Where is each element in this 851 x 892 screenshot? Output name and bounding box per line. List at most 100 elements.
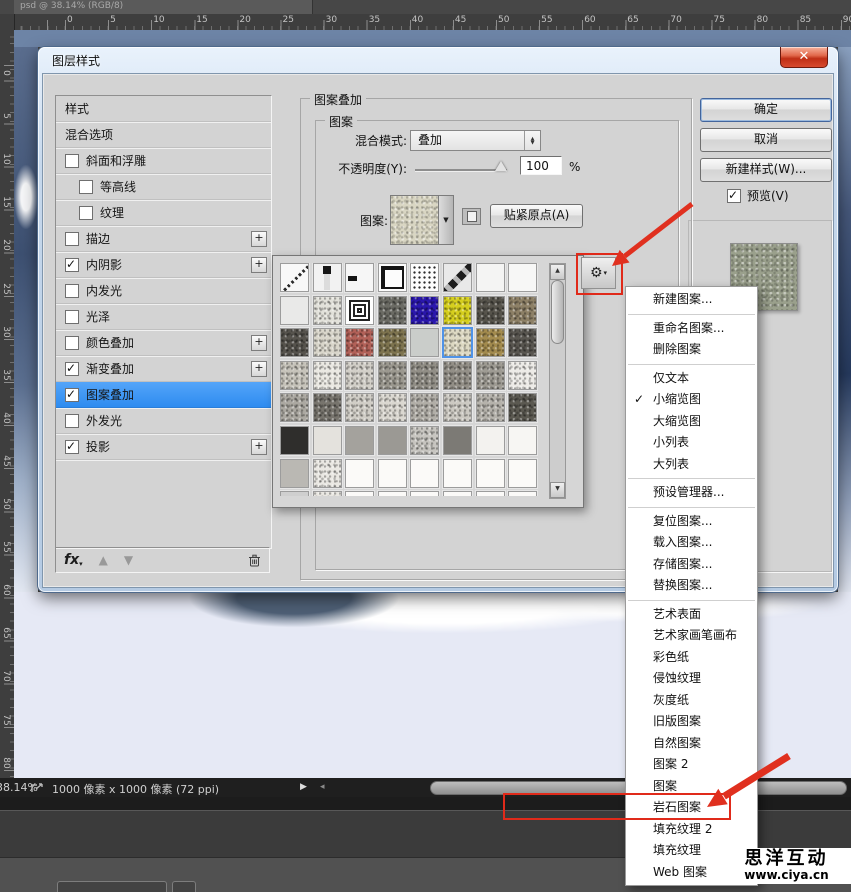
- pattern-swatch[interactable]: [378, 491, 407, 496]
- pattern-swatch[interactable]: [410, 361, 439, 390]
- menu-item-灰度纸[interactable]: 灰度纸: [626, 690, 757, 712]
- style-checkbox[interactable]: [65, 232, 79, 246]
- pattern-swatch[interactable]: [476, 426, 505, 455]
- new-pattern-from-current-icon[interactable]: [462, 208, 481, 225]
- pattern-swatch[interactable]: [313, 426, 342, 455]
- pattern-swatch[interactable]: [476, 328, 505, 357]
- pattern-swatch[interactable]: [313, 491, 342, 496]
- style-checkbox[interactable]: [65, 362, 79, 376]
- opacity-input[interactable]: 100: [520, 156, 562, 175]
- pattern-swatch[interactable]: [313, 328, 342, 357]
- style-list-item-图案叠加[interactable]: 图案叠加: [56, 382, 271, 408]
- style-list-item-光泽[interactable]: 光泽: [56, 304, 271, 330]
- pattern-swatch[interactable]: [508, 459, 537, 488]
- pattern-swatch-selected[interactable]: [442, 327, 473, 358]
- pattern-swatch[interactable]: [313, 393, 342, 422]
- style-list-item-样式[interactable]: 样式: [56, 96, 271, 122]
- expand-plus-icon[interactable]: +: [251, 257, 267, 273]
- style-checkbox[interactable]: [65, 284, 79, 298]
- pattern-swatch[interactable]: [410, 328, 439, 357]
- timeline-small-button-partial[interactable]: [172, 881, 196, 892]
- style-list-item-外发光[interactable]: 外发光: [56, 408, 271, 434]
- pattern-swatch[interactable]: [345, 361, 374, 390]
- delete-effect-icon[interactable]: [248, 554, 261, 567]
- pattern-swatch[interactable]: [345, 426, 374, 455]
- pattern-swatch[interactable]: [476, 491, 505, 496]
- pattern-swatch[interactable]: [443, 361, 472, 390]
- style-checkbox[interactable]: [65, 154, 79, 168]
- new-style-button[interactable]: 新建样式(W)...: [700, 158, 832, 182]
- pattern-swatch[interactable]: [345, 263, 374, 292]
- pattern-swatch[interactable]: [378, 361, 407, 390]
- pattern-swatch[interactable]: [508, 361, 537, 390]
- status-collapse-icon[interactable]: ◂: [320, 782, 325, 792]
- pattern-swatch[interactable]: [280, 393, 309, 422]
- cancel-button[interactable]: 取消: [700, 128, 832, 152]
- pattern-swatch[interactable]: [313, 459, 342, 488]
- pattern-swatch[interactable]: [345, 459, 374, 488]
- menu-item-艺术表面[interactable]: 艺术表面: [626, 604, 757, 626]
- pattern-swatch[interactable]: [280, 361, 309, 390]
- pattern-swatch[interactable]: [280, 328, 309, 357]
- style-list-item-内发光[interactable]: 内发光: [56, 278, 271, 304]
- style-checkbox[interactable]: [65, 310, 79, 324]
- menu-item-小缩览图[interactable]: ✓小缩览图: [626, 389, 757, 411]
- document-tab[interactable]: psd @ 38.14% (RGB/8): [14, 0, 313, 14]
- doc-info-icon[interactable]: [31, 782, 45, 793]
- pattern-swatch[interactable]: [313, 263, 342, 292]
- pattern-swatch[interactable]: [508, 491, 537, 496]
- close-button[interactable]: ✕: [780, 47, 828, 68]
- pattern-swatch[interactable]: [313, 296, 342, 325]
- pattern-swatch[interactable]: [443, 263, 472, 292]
- pattern-scrollbar[interactable]: ▲ ▼: [549, 263, 566, 499]
- pattern-swatch[interactable]: [378, 426, 407, 455]
- pattern-swatch[interactable]: [443, 491, 472, 496]
- style-checkbox[interactable]: [65, 336, 79, 350]
- pattern-swatch[interactable]: [345, 491, 374, 496]
- pattern-swatch[interactable]: [476, 263, 505, 292]
- scroll-down-icon[interactable]: ▼: [550, 482, 565, 498]
- pattern-swatch[interactable]: [345, 296, 374, 325]
- scrollbar-thumb[interactable]: [551, 280, 564, 344]
- pattern-swatch[interactable]: [508, 393, 537, 422]
- expand-plus-icon[interactable]: +: [251, 335, 267, 351]
- pattern-swatch[interactable]: [378, 263, 407, 292]
- pattern-swatch[interactable]: [443, 459, 472, 488]
- pattern-swatch[interactable]: [443, 296, 472, 325]
- blend-mode-select[interactable]: 叠加 ▲▼: [410, 130, 541, 151]
- pattern-swatch[interactable]: [410, 426, 439, 455]
- pattern-swatch[interactable]: [410, 393, 439, 422]
- style-list-item-等高线[interactable]: 等高线: [56, 174, 271, 200]
- style-list-item-渐变叠加[interactable]: 渐变叠加+: [56, 356, 271, 382]
- style-list-item-斜面和浮雕[interactable]: 斜面和浮雕: [56, 148, 271, 174]
- menu-item-删除图案[interactable]: 删除图案: [626, 339, 757, 361]
- pattern-swatch[interactable]: [443, 393, 472, 422]
- pattern-swatch[interactable]: [280, 491, 309, 496]
- menu-item-填充纹理 2[interactable]: 填充纹理 2: [626, 819, 757, 841]
- menu-item-替换图案...[interactable]: 替换图案...: [626, 575, 757, 597]
- pattern-swatch[interactable]: [280, 459, 309, 488]
- expand-plus-icon[interactable]: +: [251, 231, 267, 247]
- pattern-swatch-current[interactable]: [390, 195, 439, 245]
- pattern-swatch[interactable]: [410, 263, 439, 292]
- status-expand-icon[interactable]: ▶: [300, 782, 307, 792]
- menu-item-大缩览图[interactable]: 大缩览图: [626, 411, 757, 433]
- pattern-swatch[interactable]: [508, 328, 537, 357]
- pattern-swatch[interactable]: [280, 263, 309, 292]
- pattern-swatch[interactable]: [508, 263, 537, 292]
- pattern-swatch[interactable]: [345, 393, 374, 422]
- style-list-item-投影[interactable]: 投影+: [56, 434, 271, 460]
- style-list-item-颜色叠加[interactable]: 颜色叠加+: [56, 330, 271, 356]
- menu-item-艺术家画笔画布[interactable]: 艺术家画笔画布: [626, 625, 757, 647]
- pattern-swatch[interactable]: [508, 296, 537, 325]
- ok-button[interactable]: 确定: [700, 98, 832, 122]
- menu-item-载入图案...[interactable]: 载入图案...: [626, 532, 757, 554]
- pattern-swatch[interactable]: [476, 361, 505, 390]
- menu-item-重命名图案...[interactable]: 重命名图案...: [626, 318, 757, 340]
- style-checkbox[interactable]: [65, 440, 79, 454]
- pattern-swatch[interactable]: [443, 426, 472, 455]
- menu-item-图案 2[interactable]: 图案 2: [626, 754, 757, 776]
- scroll-up-icon[interactable]: ▲: [550, 264, 565, 280]
- opacity-slider-track[interactable]: [415, 169, 507, 171]
- style-list-item-纹理[interactable]: 纹理: [56, 200, 271, 226]
